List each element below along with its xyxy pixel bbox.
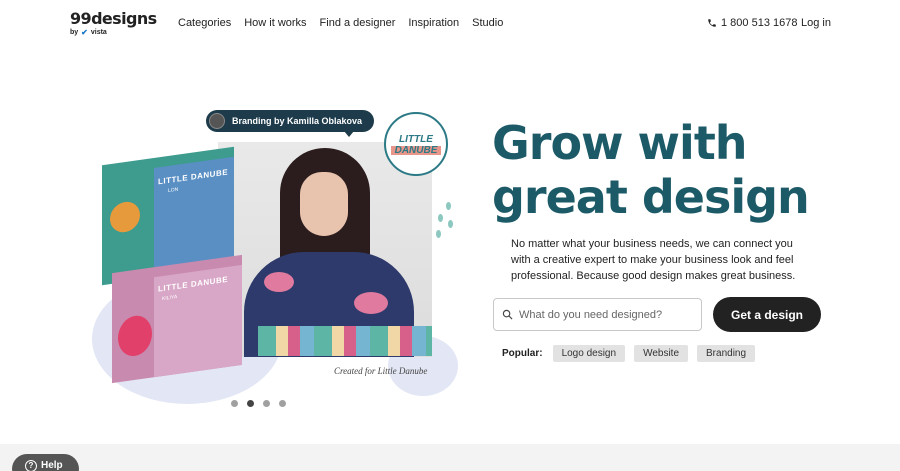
logo-brand: vista bbox=[90, 29, 107, 36]
designer-credit[interactable]: Branding by Kamilla Oblakova bbox=[206, 110, 375, 137]
avatar bbox=[209, 113, 225, 129]
chip-website[interactable]: Website bbox=[634, 345, 689, 362]
help-button[interactable]: ? Help bbox=[12, 454, 79, 471]
carousel-dot-4[interactable] bbox=[279, 400, 286, 407]
nav-how-it-works[interactable]: How it works bbox=[244, 17, 306, 29]
logo-wordmark: 99designs bbox=[70, 9, 157, 28]
top-nav: 99designs by ✔ vista Categories How it w… bbox=[0, 0, 900, 48]
image-caption: Created for Little Danube bbox=[334, 366, 428, 376]
vista-mark-icon: ✔ bbox=[81, 28, 88, 37]
logo[interactable]: 99designs by ✔ vista bbox=[70, 9, 157, 38]
nav-categories[interactable]: Categories bbox=[178, 17, 231, 29]
nav-find-a-designer[interactable]: Find a designer bbox=[320, 17, 396, 29]
product-box-bottom: LITTLE DANUBE KILIYA bbox=[112, 254, 242, 384]
brand-badge: LITTLE DANUBE bbox=[384, 112, 448, 176]
designer-credit-label: Branding by Kamilla Oblakova bbox=[232, 116, 363, 126]
phone-number: 1 800 513 1678 bbox=[721, 17, 798, 29]
chip-branding[interactable]: Branding bbox=[697, 345, 756, 362]
footer-band bbox=[0, 444, 900, 471]
help-label: Help bbox=[41, 460, 63, 471]
logo-byline: by ✔ vista bbox=[70, 28, 150, 37]
carousel-dot-2[interactable] bbox=[247, 400, 254, 407]
get-a-design-button[interactable]: Get a design bbox=[713, 297, 821, 332]
main-nav: Categories How it works Find a designer … bbox=[178, 17, 503, 29]
hero-subcopy: No matter what your business needs, we c… bbox=[511, 238, 796, 282]
badge-top: LITTLE bbox=[399, 133, 433, 145]
phone-icon bbox=[708, 19, 716, 27]
hero-headline: Grow with great design bbox=[492, 116, 810, 224]
carousel-dots bbox=[231, 400, 286, 407]
carousel-dot-3[interactable] bbox=[263, 400, 270, 407]
carousel-dot-1[interactable] bbox=[231, 400, 238, 407]
logo-by: by bbox=[70, 29, 79, 36]
phone-link[interactable]: 1 800 513 1678 bbox=[707, 17, 797, 29]
badge-bottom: DANUBE bbox=[394, 144, 438, 156]
login-link[interactable]: Log in bbox=[801, 17, 831, 29]
question-icon: ? bbox=[25, 460, 37, 471]
chip-logo-design[interactable]: Logo design bbox=[552, 345, 626, 362]
nav-studio[interactable]: Studio bbox=[472, 17, 503, 29]
nav-inspiration[interactable]: Inspiration bbox=[408, 17, 459, 29]
popular-searches: Popular: Logo design Website Branding bbox=[502, 345, 756, 362]
page: 99designs by ✔ vista Categories How it w… bbox=[0, 0, 900, 471]
hero-illustration: LITTLE DANUBE LON LITTLE DANUBE KILIYA B… bbox=[88, 106, 468, 404]
search-input[interactable] bbox=[519, 308, 689, 321]
search-icon bbox=[502, 309, 513, 320]
popular-label: Popular: bbox=[502, 348, 543, 359]
search-box bbox=[493, 298, 702, 331]
designer-photo bbox=[218, 142, 432, 357]
